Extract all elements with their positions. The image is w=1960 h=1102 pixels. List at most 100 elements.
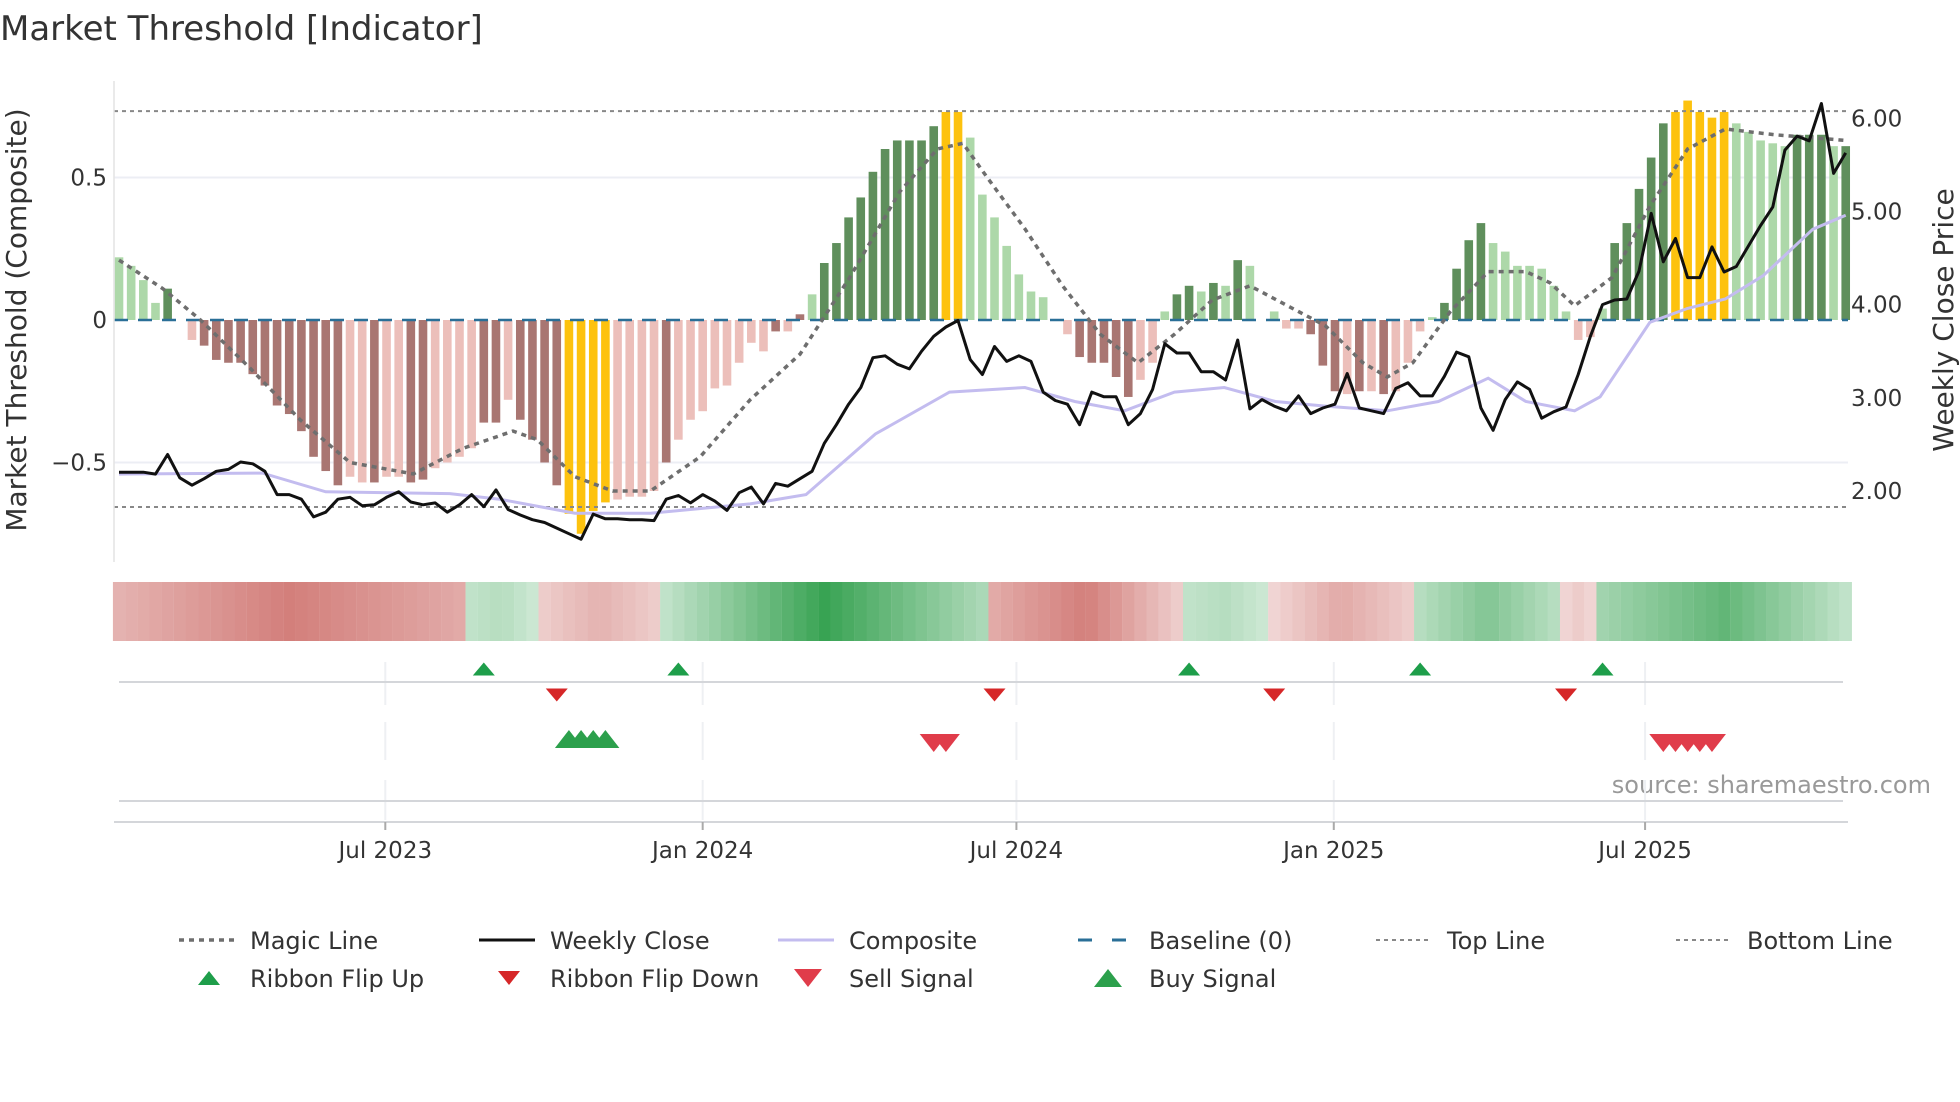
ribbon-cell-bear bbox=[1401, 582, 1415, 641]
composite-bar bbox=[1160, 311, 1170, 320]
ribbon-cell-bear bbox=[404, 582, 418, 641]
composite-bar bbox=[1379, 320, 1388, 395]
composite-bar bbox=[1671, 111, 1680, 320]
composite-bar bbox=[978, 194, 987, 320]
ribbon-flip-up-marker bbox=[1591, 662, 1614, 676]
composite-bar bbox=[224, 320, 233, 363]
ribbon-cell-bear bbox=[647, 582, 661, 641]
ribbon-cell-bull bbox=[1766, 582, 1779, 641]
y-tick-label-right: 3.00 bbox=[1851, 386, 1902, 412]
ribbon-cell-bull bbox=[1718, 582, 1731, 641]
ribbon-cell-bear bbox=[453, 582, 466, 641]
legend-label: Top Line bbox=[1446, 927, 1545, 955]
ribbon-cell-bull bbox=[781, 582, 795, 641]
ribbon-cell-bear bbox=[623, 582, 636, 641]
x-tick-label: Jan 2025 bbox=[1281, 838, 1384, 864]
composite-bar bbox=[734, 320, 744, 363]
composite-bar bbox=[260, 320, 270, 386]
ribbon-cell-bull bbox=[1523, 582, 1536, 641]
composite-bar bbox=[649, 320, 659, 491]
composite-bar bbox=[1646, 157, 1656, 320]
composite-bar bbox=[759, 320, 768, 352]
ribbon-cell-bull bbox=[684, 582, 697, 641]
composite-bar bbox=[1403, 320, 1413, 363]
ribbon-cell-bear bbox=[1049, 582, 1062, 641]
ribbon-cell-bull bbox=[477, 582, 491, 641]
y-tick-label-right: 2.00 bbox=[1851, 479, 1902, 505]
composite-bar bbox=[1610, 243, 1619, 320]
ribbon-cell-bear bbox=[1353, 582, 1366, 641]
composite-bar bbox=[1245, 265, 1255, 320]
composite-bar bbox=[357, 320, 367, 483]
ribbon-cell-bear bbox=[234, 582, 247, 641]
legend-marker-flip_up bbox=[198, 971, 220, 985]
y-axis-label-right: Weekly Close Price bbox=[1927, 188, 1960, 451]
ribbon-cell-bear bbox=[587, 582, 600, 641]
composite-bar bbox=[394, 320, 403, 477]
composite-bar bbox=[1330, 320, 1340, 392]
ribbon-cell-bear bbox=[149, 582, 162, 641]
ribbon-cell-bull bbox=[1620, 582, 1634, 641]
ribbon-cell-bull bbox=[1645, 582, 1658, 641]
ribbon-cell-bull bbox=[976, 582, 989, 641]
x-tick-label: Jul 2024 bbox=[968, 838, 1064, 864]
ribbon-flip-down-marker bbox=[1555, 688, 1578, 702]
ribbon-cell-bull bbox=[1803, 582, 1816, 641]
composite-bar bbox=[844, 217, 853, 320]
ribbon-cell-bear bbox=[1365, 582, 1378, 641]
ribbon-cell-bull bbox=[696, 582, 709, 641]
composite-bar bbox=[1707, 117, 1717, 321]
ribbon-cell-bull bbox=[1438, 582, 1451, 641]
composite-bar bbox=[880, 149, 890, 320]
composite-bar bbox=[661, 320, 671, 463]
composite-bar bbox=[126, 265, 136, 320]
ribbon-cell-bear bbox=[307, 582, 320, 641]
ribbon-cell-bull bbox=[1219, 582, 1232, 641]
y-tick-label-left: −0.5 bbox=[51, 451, 107, 477]
composite-bar bbox=[187, 320, 197, 340]
composite-bar bbox=[491, 320, 501, 423]
composite-bar bbox=[1196, 291, 1206, 320]
market-threshold-chart: Market Threshold [Indicator] Market Thre… bbox=[0, 9, 1960, 993]
ribbon-cell-bull bbox=[733, 582, 746, 641]
composite-bar bbox=[1294, 320, 1303, 329]
composite-bar bbox=[1561, 311, 1571, 320]
composite-bar bbox=[892, 140, 902, 320]
composite-bar bbox=[1306, 320, 1315, 335]
ribbon-cell-bear bbox=[538, 582, 551, 641]
composite-bar bbox=[576, 320, 586, 534]
ribbon-cell-bear bbox=[1572, 582, 1585, 641]
composite-bar bbox=[710, 320, 720, 389]
ribbon-cell-bear bbox=[1012, 582, 1026, 641]
composite-bar bbox=[1792, 134, 1802, 320]
ribbon-cell-bull bbox=[951, 582, 965, 641]
composite-bar bbox=[1659, 123, 1668, 320]
ribbon-cell-bull bbox=[964, 582, 977, 641]
ribbon-cell-bull bbox=[1195, 582, 1208, 641]
ribbon-cell-bull bbox=[1669, 582, 1682, 641]
ribbon-cell-bear bbox=[198, 582, 211, 641]
ribbon-cell-bull bbox=[1681, 582, 1694, 641]
ribbon-cell-bull bbox=[1596, 582, 1609, 641]
composite-bar bbox=[698, 320, 707, 412]
legend-marker-flip_down bbox=[498, 971, 520, 985]
legend-label: Sell Signal bbox=[849, 965, 974, 993]
legend-label: Weekly Close bbox=[550, 927, 710, 955]
ribbon-cell-bull bbox=[1535, 582, 1548, 641]
composite-bar bbox=[1038, 297, 1048, 320]
y-axis-label-left: Market Threshold (Composite) bbox=[0, 108, 33, 531]
ribbon-cell-bear bbox=[1268, 582, 1281, 641]
composite-bar bbox=[1136, 320, 1145, 380]
composite-bar bbox=[1488, 243, 1498, 320]
ribbon-cell-bear bbox=[210, 582, 223, 641]
x-tick-label: Jan 2024 bbox=[650, 838, 753, 864]
ribbon-flip-up-marker bbox=[1409, 662, 1432, 676]
ribbon-cell-bull bbox=[514, 582, 527, 641]
composite-bar bbox=[1573, 320, 1583, 340]
ribbon-cell-bull bbox=[465, 582, 478, 641]
composite-bar bbox=[1513, 265, 1522, 320]
ribbon-cell-bull bbox=[1499, 582, 1512, 641]
legend-label: Ribbon Flip Up bbox=[250, 965, 424, 993]
composite-bar bbox=[382, 320, 391, 477]
composite-bar bbox=[1172, 294, 1182, 320]
